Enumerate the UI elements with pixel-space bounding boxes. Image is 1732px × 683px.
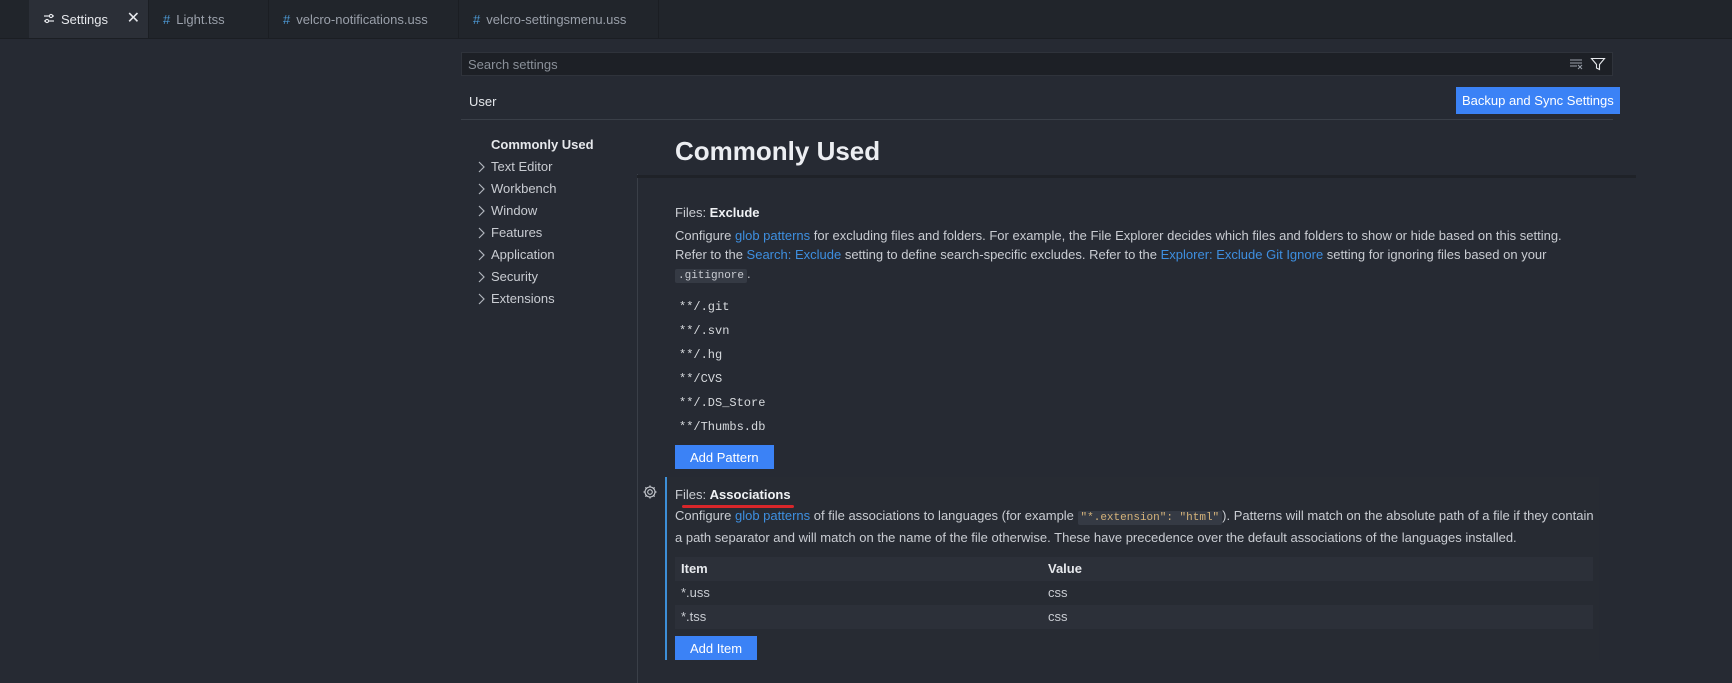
cell-item: *.tss <box>681 609 707 624</box>
toc-item-window[interactable]: Window <box>476 200 594 222</box>
search-exclude-link[interactable]: Search: Exclude <box>747 247 842 262</box>
pattern-item[interactable]: **/.svn <box>675 319 1595 343</box>
associations-table: Item Value *.uss css *.tss css <box>675 557 1593 629</box>
pattern-item[interactable]: **/CVS <box>675 367 1595 391</box>
gitignore-code: .gitignore <box>675 269 748 283</box>
add-item-button[interactable]: Add Item <box>675 636 758 660</box>
toc-item-features[interactable]: Features <box>476 222 594 244</box>
chevron-right-icon <box>478 161 485 173</box>
backup-sync-button[interactable]: Backup and Sync Settings <box>1456 87 1620 114</box>
tab-label: velcro-settingsmenu.uss <box>486 11 627 27</box>
annotation-underline <box>682 505 794 508</box>
table-header: Item Value <box>675 557 1593 581</box>
toc-item-workbench[interactable]: Workbench <box>476 178 594 200</box>
gear-icon[interactable] <box>642 484 658 500</box>
tab-settings[interactable]: Settings ✕ <box>29 0 149 38</box>
toc-item-label: Extensions <box>491 291 555 306</box>
tab-label: Light.tss <box>176 11 225 27</box>
toc-item-label: Workbench <box>491 181 557 196</box>
desc-text: . <box>747 266 751 281</box>
tab-velcro-notifications[interactable]: # velcro-notifications.uss <box>269 0 459 38</box>
setting-category: Files: <box>675 205 710 220</box>
table-row[interactable]: *.uss css <box>675 581 1593 605</box>
tab-user-scope[interactable]: User <box>461 88 505 120</box>
chevron-right-icon <box>478 183 485 195</box>
title-separator <box>637 175 1636 178</box>
toc-item-label: Window <box>491 203 538 218</box>
hash-icon: # <box>163 11 171 27</box>
toc-item-extensions[interactable]: Extensions <box>476 288 594 310</box>
setting-description: Configure glob patterns of file associat… <box>675 506 1595 547</box>
filter-icon[interactable] <box>1590 56 1606 72</box>
desc-text: Configure <box>675 508 735 523</box>
setting-name: Exclude <box>709 205 760 220</box>
setting-files-associations: Files: Associations Configure glob patte… <box>675 487 1595 660</box>
desc-text: of file associations to languages (for e… <box>810 508 1078 523</box>
desc-text: setting to define search-specific exclud… <box>841 247 1161 262</box>
desc-text: setting for ignoring files based on your <box>1323 247 1547 262</box>
close-icon[interactable]: ✕ <box>127 11 140 27</box>
glob-patterns-link[interactable]: glob patterns <box>735 508 810 523</box>
tab-light-tss[interactable]: # Light.tss <box>149 0 269 38</box>
toc-item-text-editor[interactable]: Text Editor <box>476 156 594 178</box>
example-code: "*.extension": "html" <box>1077 511 1223 525</box>
setting-name: Associations <box>709 487 791 502</box>
pattern-item[interactable]: **/.hg <box>675 343 1595 367</box>
tab-label: velcro-notifications.uss <box>296 11 428 27</box>
chevron-right-icon <box>478 271 485 283</box>
settings-search-box <box>461 52 1613 76</box>
chevron-right-icon <box>478 227 485 239</box>
toc-item-security[interactable]: Security <box>476 266 594 288</box>
setting-title: Files: Associations <box>675 487 1595 502</box>
setting-category: Files: <box>675 487 710 502</box>
pattern-item[interactable]: **/.DS_Store <box>675 391 1595 415</box>
page-title: Commonly Used <box>675 136 881 166</box>
editor-tab-bar: Settings ✕ # Light.tss # velcro-notifica… <box>0 0 1732 39</box>
column-header-value: Value <box>1048 561 1082 576</box>
pattern-item[interactable]: **/Thumbs.db <box>675 415 1595 439</box>
setting-title: Files: Exclude <box>675 205 1595 220</box>
cell-value: css <box>1048 609 1068 624</box>
content-divider <box>637 174 638 683</box>
clear-filter-icon[interactable] <box>1568 56 1584 72</box>
toc-item-label: Security <box>491 269 538 284</box>
chevron-right-icon <box>478 249 485 261</box>
toc-item-label: Commonly Used <box>491 137 594 152</box>
cell-value: css <box>1048 585 1068 600</box>
setting-description: Configure glob patterns for excluding fi… <box>675 226 1595 286</box>
setting-files-exclude: Files: Exclude Configure glob patterns f… <box>675 205 1595 469</box>
desc-text: Configure <box>675 228 735 243</box>
settings-icon <box>44 13 54 24</box>
tab-label: Settings <box>61 11 108 27</box>
toc-item-label: Text Editor <box>491 159 553 174</box>
chevron-right-icon <box>478 205 485 217</box>
pattern-list: **/.git **/.svn **/.hg **/CVS **/.DS_Sto… <box>675 295 1595 439</box>
add-pattern-button[interactable]: Add Pattern <box>675 445 774 469</box>
glob-patterns-link[interactable]: glob patterns <box>735 228 810 243</box>
tab-velcro-settingsmenu[interactable]: # velcro-settingsmenu.uss <box>459 0 659 38</box>
search-input[interactable] <box>462 55 1568 73</box>
toc-item-label: Features <box>491 225 543 240</box>
explorer-exclude-git-ignore-link[interactable]: Explorer: Exclude Git Ignore <box>1161 247 1324 262</box>
pattern-item[interactable]: **/.git <box>675 295 1595 319</box>
cell-item: *.uss <box>681 585 710 600</box>
hash-icon: # <box>283 11 291 27</box>
toc-item-commonly-used[interactable]: Commonly Used <box>476 134 594 156</box>
header-divider <box>461 119 1613 120</box>
settings-toc: Commonly Used Text Editor Workbench Wind… <box>476 134 594 310</box>
toc-item-label: Application <box>491 247 555 262</box>
chevron-right-icon <box>478 293 485 305</box>
column-header-item: Item <box>681 561 708 576</box>
toc-item-application[interactable]: Application <box>476 244 594 266</box>
hash-icon: # <box>473 11 481 27</box>
table-row[interactable]: *.tss css <box>675 605 1593 629</box>
